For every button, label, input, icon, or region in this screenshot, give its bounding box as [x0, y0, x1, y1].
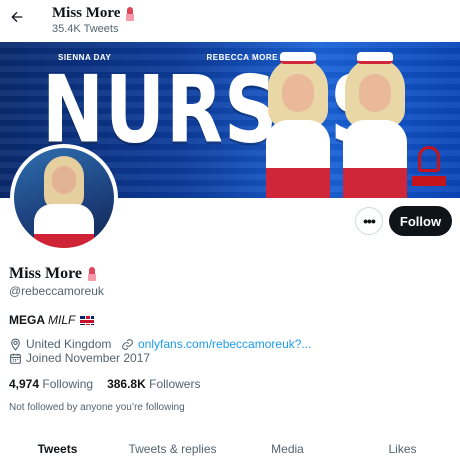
calendar-icon [10, 353, 21, 364]
studio-logo [412, 146, 446, 190]
top-bar: Miss More 35.4K Tweets [0, 0, 460, 42]
joined-text: Joined November 2017 [26, 351, 151, 365]
tab-media[interactable]: Media [230, 430, 345, 460]
display-name: Miss More [9, 265, 83, 282]
back-button[interactable] [6, 6, 28, 28]
profile-name-row: Miss More [9, 265, 98, 283]
avatar[interactable] [10, 144, 118, 252]
following-stat[interactable]: 4,974 Following [9, 377, 93, 391]
tab-tweets[interactable]: Tweets [0, 430, 115, 460]
tab-likes[interactable]: Likes [345, 430, 460, 460]
bio: MEGA MILF [9, 313, 95, 327]
tweet-count: 35.4K Tweets [52, 23, 119, 35]
following-label: Following [42, 377, 94, 391]
profile-tabs: Tweets Tweets & replies Media Likes [0, 430, 460, 460]
tab-tweets-replies[interactable]: Tweets & replies [115, 430, 230, 460]
website-link-row: onlyfans.com/rebeccamoreuk?... [121, 337, 311, 351]
lipstick-icon [86, 267, 98, 281]
following-count: 4,974 [9, 377, 40, 391]
location-row: United Kingdom [9, 337, 111, 351]
user-handle: @rebeccamoreuk [9, 284, 104, 298]
followers-stat[interactable]: 386.8K Followers [107, 377, 200, 391]
joined-row: Joined November 2017 [9, 351, 150, 365]
website-link[interactable]: onlyfans.com/rebeccamoreuk?... [138, 337, 311, 351]
lipstick-icon [124, 6, 136, 21]
ellipsis-icon: ••• [363, 213, 376, 229]
bio-italic-text: MILF [48, 313, 76, 327]
location-text: United Kingdom [26, 337, 112, 351]
follow-stats: 4,974 Following 386.8K Followers [9, 377, 200, 391]
followers-label: Followers [149, 377, 201, 391]
location-pin-icon [11, 338, 20, 351]
link-icon [122, 338, 133, 350]
more-options-button[interactable]: ••• [355, 207, 383, 235]
arrow-left-icon [11, 11, 23, 23]
bio-bold-text: MEGA [9, 313, 45, 327]
uk-flag-icon [80, 315, 95, 325]
followers-count: 386.8K [107, 377, 146, 391]
banner-figure-left [258, 48, 338, 198]
header-title-block: Miss More 35.4K Tweets [52, 5, 136, 35]
banner-figure-right [335, 48, 415, 198]
header-title: Miss More [52, 5, 121, 21]
follow-button[interactable]: Follow [389, 206, 452, 236]
profile-page: Miss More 35.4K Tweets SIENNA DAY REBECC… [0, 0, 460, 460]
not-followed-note: Not followed by anyone you’re following [9, 402, 185, 413]
